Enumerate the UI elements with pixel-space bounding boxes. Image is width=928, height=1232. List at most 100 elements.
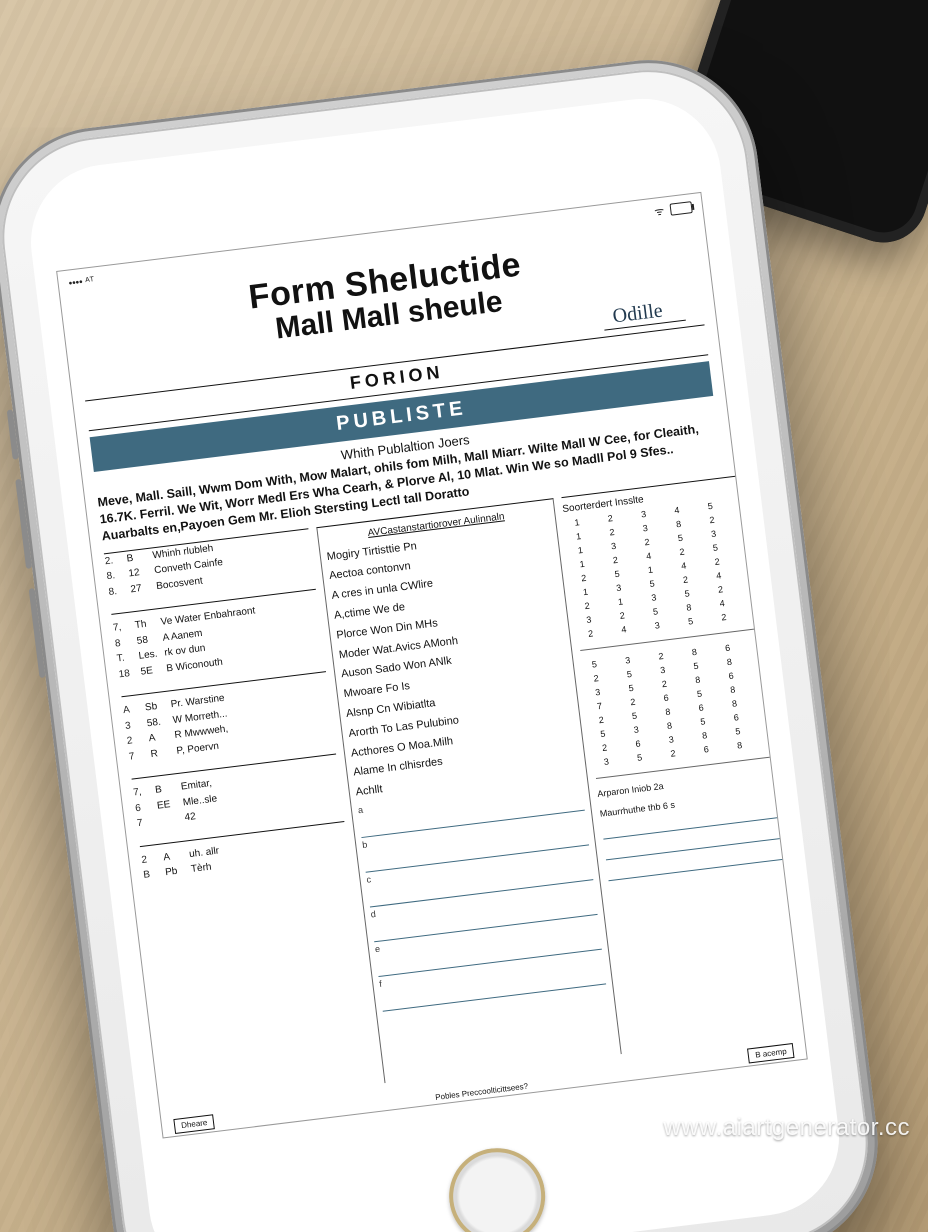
grid-cell: 4 [611,623,638,636]
grid-cell: 6 [737,551,764,564]
grid-cell: 5 [581,657,608,670]
grid-cell: 4 [709,596,736,609]
grid-cell: 5 [604,567,631,580]
grid-cell: 6 [688,701,715,714]
document: Form Sheluctide Mall Mall sheule Odille … [60,219,803,1110]
grid-cell: 5 [760,734,787,747]
grid-cell: 2 [648,649,675,662]
grid-cell: 1 [565,529,592,542]
volume-up-button[interactable] [15,479,32,569]
grid-cell: 2 [707,583,734,596]
grid-cell: 8 [655,705,682,718]
grid-cell: 2 [699,513,726,526]
grid-cell: 5 [621,709,648,722]
grid-cell: 5 [690,715,717,728]
volume-down-button[interactable] [29,588,46,678]
grid-cell: 2 [660,747,687,760]
grid-cell: 3 [623,723,650,736]
grid-cell: 5 [725,725,752,738]
grid-cell: 6 [758,720,785,733]
grid-cell: 2 [588,713,615,726]
grid-cell: 5 [697,499,724,512]
grid-cell: 5 [667,531,694,544]
grid-cell: 7 [586,699,613,712]
grid-cell: 5 [618,681,645,694]
grid-cell: 4 [705,569,732,582]
grid-cell: 2 [570,571,597,584]
grid-cell: 6 [754,693,781,706]
grid-cell: 3 [644,619,671,632]
grid-cell: 6 [718,669,745,682]
phone-screen[interactable]: •••• ᴬᵀ ᯤ Form Sheluctide Mall Mall sheu… [56,192,808,1139]
grid-cell: 8 [691,729,718,742]
status-left: •••• ᴬᵀ [68,275,95,289]
grid-cell: 5 [674,587,701,600]
grid-cell: 8 [716,655,743,668]
grid-cell: 6 [749,651,776,664]
left-group: 7,ThVe Water Enbahraont858A AanemT.Les.r… [111,585,324,683]
grid-cell: 5 [686,687,713,700]
grid-cell: 6 [753,679,780,692]
mute-switch[interactable] [7,409,19,459]
left-group: ASbPr. Warstine358.W Morreth...2AR Mwwwe… [121,667,334,765]
status-right: ᯤ [653,200,693,220]
grid-cell: 1 [569,557,596,570]
grid-cell: 5 [734,523,761,536]
grid-cell: 2 [602,553,629,566]
grid-cell: 2 [583,671,610,684]
grid-cell: 5 [590,727,617,740]
grid-cell: 5 [642,605,669,618]
grid-cell: 5 [742,592,769,605]
grid-cell: 6 [744,606,771,619]
grid-cell: 8 [656,719,683,732]
grid-cell: 8 [756,707,783,720]
grid-cell: 8 [721,697,748,710]
grid-cell: 2 [651,677,678,690]
grid-cell: 2 [609,609,636,622]
grid-cell: 2 [711,610,738,623]
number-grid-1: 1234561238231325351242562514261352482135… [564,495,772,651]
battery-icon [669,201,692,216]
grid-cell: 3 [614,653,641,666]
grid-cell: 3 [576,613,603,626]
grid-cell: 3 [732,509,759,522]
grid-cell: 2 [669,545,696,558]
grid-cell: 2 [574,599,601,612]
grid-cell: 3 [700,527,727,540]
grid-cell: 8 [748,637,775,650]
grid-cell: 5 [677,614,704,627]
grid-cell: 8 [681,645,708,658]
grid-cell: 1 [607,595,634,608]
number-grid-2: 5328682535863528657265862586865385682638… [581,637,787,779]
grid-cell: 2 [619,695,646,708]
grid-cell: 2 [704,555,731,568]
grid-cell: 3 [649,663,676,676]
grid-cell: 4 [664,503,691,516]
grid-cell: 6 [653,691,680,704]
grid-cell: 2 [599,525,626,538]
grid-cell: 2 [634,535,661,548]
footer-box-1[interactable]: Dheare [173,1114,215,1134]
grid-cell: 3 [593,755,620,768]
grid-cell: 8 [719,683,746,696]
grid-cell: 3 [632,521,659,534]
grid-cell: 5 [702,541,729,554]
grid-cell: 6 [714,641,741,654]
grid-cell: 8 [740,578,767,591]
grid-cell: 1 [564,516,591,529]
grid-cell: 8 [684,673,711,686]
grid-cell: 4 [670,559,697,572]
wifi-icon: ᯤ [653,203,665,219]
footer-tiny: Pobles Preccoolticittsees? [435,1082,529,1102]
grid-cell: 2 [672,573,699,586]
grid-cell: 2 [577,627,604,640]
grid-cell: 5 [639,577,666,590]
grid-cell: 6 [723,711,750,724]
grid-cell: 3 [605,581,632,594]
phone-device: •••• ᴬᵀ ᯤ Form Sheluctide Mall Mall sheu… [0,48,890,1232]
footer-box-2[interactable]: B acemp [747,1043,794,1063]
grid-cell: 8 [676,601,703,614]
grid-cell: 5 [751,665,778,678]
grid-cell: 6 [625,737,652,750]
grid-cell: 2 [597,511,624,524]
